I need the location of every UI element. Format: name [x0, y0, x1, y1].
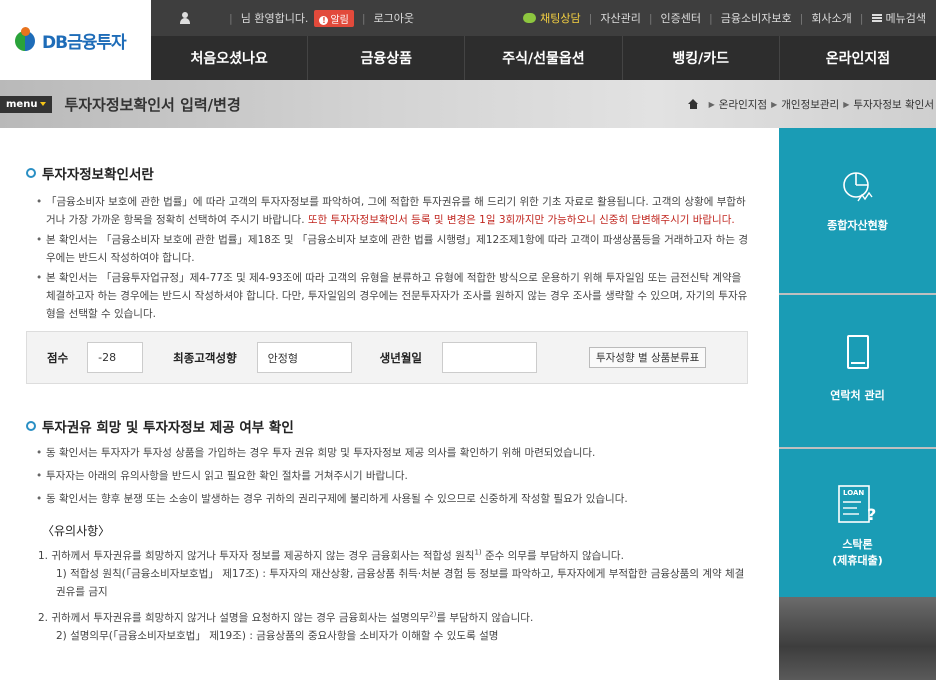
alarm-badge[interactable]: ! 알림 — [314, 9, 354, 27]
page-title: 투자자정보확인서 입력/변경 — [64, 95, 241, 114]
loan-document-icon: LOAN ? — [837, 485, 876, 524]
logo[interactable]: DB금융투자 — [0, 0, 151, 80]
menu-button[interactable]: menu — [0, 95, 53, 113]
final-type-field: 안정형 — [256, 342, 352, 373]
score-field: -28 — [87, 342, 144, 373]
score-summary-box: 점수 -28 최종고객성향 안정형 생년월일 투자성향 별 상품분류표 — [26, 331, 748, 384]
chevron-right-icon: ▶ — [708, 99, 715, 109]
list-item: 동 확인서는 투자자가 투자성 상품을 가입하는 경우 투자 권유 희망 및 투… — [36, 444, 750, 462]
nav-financial-products[interactable]: 금융상품 — [307, 36, 464, 80]
total-assets-tile[interactable]: 종합자산현황 — [779, 128, 936, 293]
circle-bullet-icon — [26, 168, 36, 178]
alert-icon: ! — [319, 15, 329, 25]
final-type-label: 최종고객성향 — [173, 350, 237, 365]
logout-link[interactable]: 로그아웃 — [374, 10, 414, 26]
contact-management-tile[interactable]: 연락처 관리 — [779, 295, 936, 447]
notice-item: 1. 귀하께서 투자권유를 희망하지 않거나 투자자 정보를 제공하지 않는 경… — [38, 548, 624, 562]
list-item: 본 확인서는 「금융소비자 보호에 관한 법률」제18조 및 「금융소비자 보호… — [36, 231, 750, 267]
quick-menu-side-panel: 종합자산현황 연락처 관리 LOAN ? 스탁론 (제휴대출) — [779, 128, 936, 680]
tile-sublabel: (제휴대출) — [832, 554, 883, 567]
top-utility-bar: | 님 환영합니다. ! 알림 | 로그아웃 채팅상담 | 자산관리 | 인증센터… — [151, 0, 936, 36]
tile-label: 연락처 관리 — [830, 389, 885, 402]
notice-subitem: 1) 적합성 원칙(「금융소비자보호법」 제17조) : 투자자의 재산상황, … — [56, 568, 745, 598]
phone-icon — [846, 335, 869, 369]
notice-list: 1. 귀하께서 투자권유를 희망하지 않거나 투자자 정보를 제공하지 않는 경… — [26, 547, 750, 645]
tile-label: 종합자산현황 — [827, 219, 888, 232]
product-classification-button[interactable]: 투자성향 별 상품분류표 — [588, 347, 707, 368]
menu-list-icon — [871, 14, 882, 22]
consent-bullets: 동 확인서는 투자자가 투자성 상품을 가입하는 경우 투자 권유 희망 및 투… — [26, 444, 750, 508]
chevron-right-icon: ▶ — [843, 99, 850, 109]
company-intro-link[interactable]: 회사소개 — [811, 10, 851, 26]
chevron-right-icon: ▶ — [771, 99, 778, 109]
svg-text:?: ? — [867, 505, 876, 524]
nav-stocks-futures[interactable]: 주식/선물옵션 — [464, 36, 621, 80]
tile-label: 스탁론 — [842, 538, 873, 551]
investor-info-bullets: 「금융소비자 보호에 관한 법률」에 따라 고객의 투자자정보를 파악하여, 그… — [26, 193, 750, 323]
home-icon[interactable] — [687, 99, 699, 109]
user-icon — [179, 12, 191, 24]
consumer-protection-link[interactable]: 금융소비자보호 — [721, 10, 792, 26]
chat-consult-link[interactable]: 채팅상담 — [523, 10, 581, 26]
list-item: 본 확인서는 「금융투자업규정」제4-77조 및 제4-93조에 따라 고객의 … — [36, 269, 750, 323]
logo-mark-icon — [12, 27, 38, 53]
main-navigation: 처음오셨나요 금융상품 주식/선물옵션 뱅킹/카드 온라인지점 — [151, 36, 936, 80]
svg-text:LOAN: LOAN — [843, 489, 864, 497]
breadcrumb-item[interactable]: 온라인지점 — [719, 97, 767, 112]
menu-search-link[interactable]: 메뉴검색 — [871, 10, 926, 26]
nav-first-visit[interactable]: 처음오셨나요 — [151, 36, 307, 80]
list-item: 「금융소비자 보호에 관한 법률」에 따라 고객의 투자자정보를 파악하여, 그… — [36, 193, 750, 229]
chat-bubble-icon — [523, 13, 537, 23]
list-item: 투자자는 아래의 유의사항을 반드시 읽고 필요한 확인 절차를 거쳐주시기 바… — [36, 467, 750, 485]
user-greeting: | 님 환영합니다. ! 알림 | 로그아웃 — [151, 9, 414, 27]
circle-bullet-icon — [26, 421, 36, 431]
notice-subitem: 2) 설명의무(「금융소비자보호법」 제19조) : 금융상품의 중요사항을 소… — [56, 630, 499, 642]
page-title-band: menu 투자자정보확인서 입력/변경 ▶ 온라인지점 ▶ 개인정보관리 ▶ 투… — [0, 80, 936, 128]
nav-banking-card[interactable]: 뱅킹/카드 — [621, 36, 779, 80]
notice-title: 〈유의사항〉 — [42, 524, 111, 538]
list-item: 동 확인서는 향후 분쟁 또는 소송이 발생하는 경우 귀하의 권리구제에 불리… — [36, 490, 750, 508]
breadcrumb: ▶ 온라인지점 ▶ 개인정보관리 ▶ 투자자정보 확인서 — [687, 97, 936, 112]
breadcrumb-item[interactable]: 개인정보관리 — [781, 97, 839, 112]
stock-loan-tile[interactable]: LOAN ? 스탁론 (제휴대출) — [779, 449, 936, 597]
asset-management-link[interactable]: 자산관리 — [600, 10, 640, 26]
section-title-consent: 투자권유 희망 및 투자자정보 제공 여부 확인 — [26, 416, 750, 436]
main-content: 투자자정보확인서란 「금융소비자 보호에 관한 법률」에 따라 고객의 투자자정… — [0, 128, 778, 680]
pie-chart-icon — [842, 172, 873, 202]
decorative-photo — [779, 597, 936, 680]
greeting-text: 님 환영합니다. — [240, 12, 309, 25]
nav-online-branch[interactable]: 온라인지점 — [778, 36, 936, 80]
birth-date-field[interactable] — [441, 342, 537, 373]
certificate-center-link[interactable]: 인증센터 — [661, 10, 701, 26]
score-label: 점수 — [47, 350, 69, 365]
notice-item: 2. 귀하께서 투자권유를 희망하지 않거나 설명을 요청하지 않는 경우 금융… — [38, 610, 534, 624]
birth-date-label: 생년월일 — [379, 350, 422, 365]
caret-down-icon — [40, 102, 47, 106]
logo-text: DB금융투자 — [42, 32, 127, 53]
breadcrumb-item[interactable]: 투자자정보 확인서 — [853, 97, 934, 112]
section-title-investor-info: 투자자정보확인서란 — [26, 163, 750, 183]
